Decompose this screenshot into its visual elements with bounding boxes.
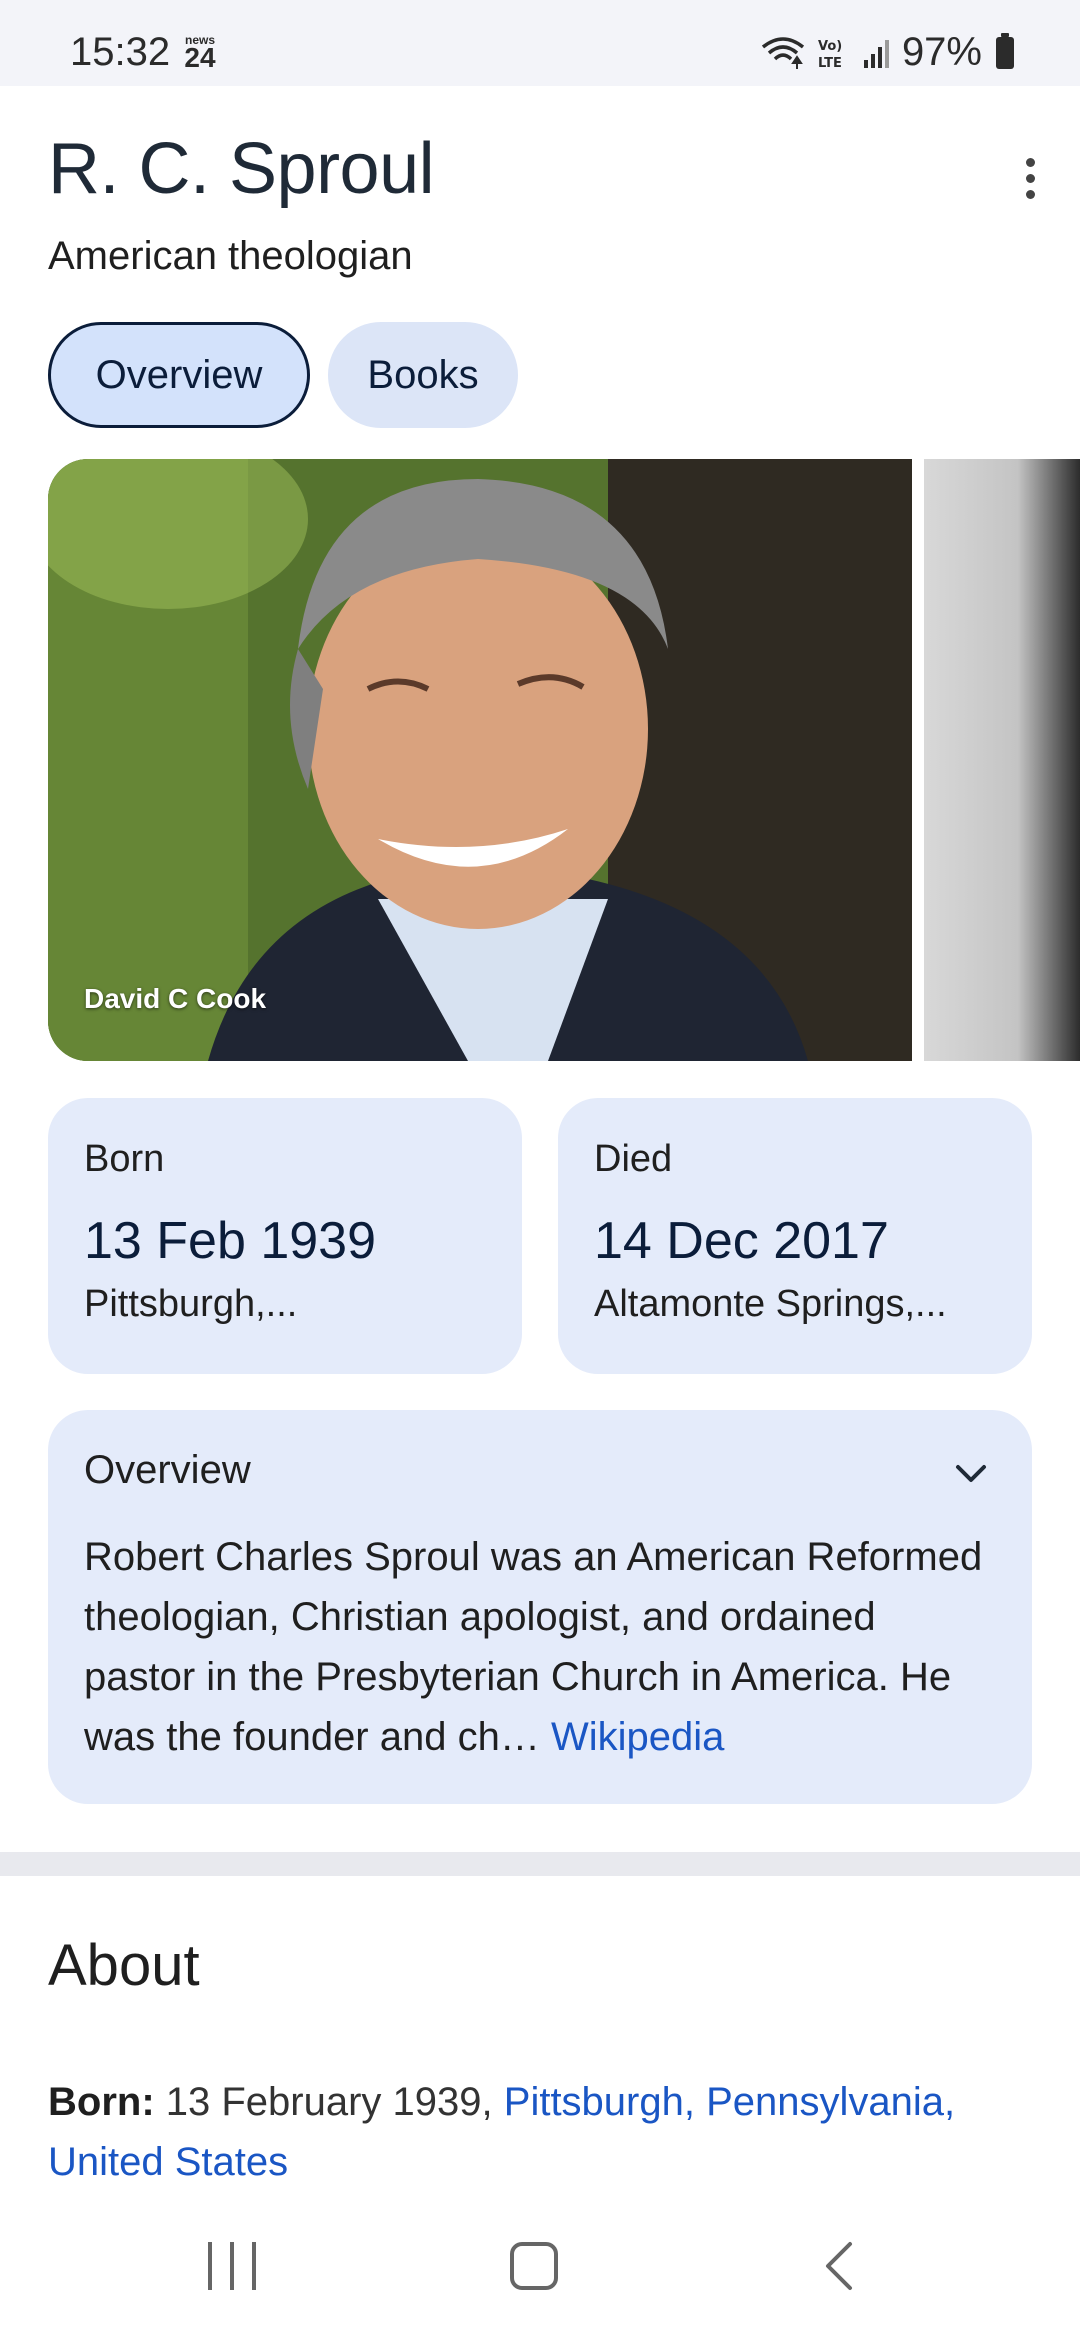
news-notification-icon: news 24 (180, 34, 220, 72)
died-place: Altamonte Springs,... (594, 1283, 947, 1325)
born-label: Born (84, 1138, 165, 1180)
born-place: Pittsburgh,... (84, 1283, 298, 1325)
wifi-icon (761, 36, 805, 69)
portrait-illustration (48, 459, 912, 1061)
status-time: 15:32 (70, 30, 171, 74)
back-icon[interactable] (820, 2240, 860, 2292)
secondary-photo[interactable] (924, 459, 1080, 1061)
born-card[interactable]: Born 13 Feb 1939 Pittsburgh,... (48, 1098, 522, 1374)
navigation-bar (0, 2200, 1080, 2340)
born-date: 13 Feb 1939 (84, 1212, 377, 1270)
section-divider (0, 1852, 1080, 1876)
svg-text:LTE: LTE (818, 56, 842, 71)
recents-icon[interactable] (208, 2242, 256, 2290)
battery-percentage: 97% (901, 30, 982, 74)
main-photo[interactable]: David C Cook (48, 459, 912, 1061)
overview-description: Robert Charles Sproul was an American Re… (84, 1535, 983, 1759)
died-date: 14 Dec 2017 (594, 1212, 889, 1270)
tab-overview[interactable]: Overview (48, 322, 310, 428)
about-heading: About (48, 1933, 200, 1998)
page-title: R. C. Sproul (48, 129, 435, 209)
about-born-label: Born: (48, 2080, 155, 2124)
signal-icon (863, 39, 889, 68)
battery-icon (996, 32, 1014, 69)
status-indicators: Vo) LTE 97% (760, 30, 1014, 75)
overview-title: Overview (84, 1448, 251, 1492)
more-options-icon[interactable] (1010, 148, 1050, 208)
died-card[interactable]: Died 14 Dec 2017 Altamonte Springs,... (558, 1098, 1032, 1374)
volte-icon: Vo) LTE (818, 39, 842, 71)
news-icon-number: 24 (184, 42, 216, 73)
page-subtitle: American theologian (48, 234, 413, 278)
status-bar: 15:32 news 24 Vo) LTE 97% (0, 0, 1080, 86)
overview-text: Robert Charles Sproul was an American Re… (84, 1527, 996, 1767)
svg-text:Vo): Vo) (818, 39, 842, 54)
chevron-down-icon[interactable] (952, 1454, 990, 1492)
tab-books[interactable]: Books (328, 322, 518, 428)
died-label: Died (594, 1138, 673, 1180)
about-born-row: Born: 13 February 1939, Pittsburgh, Penn… (48, 2072, 1028, 2192)
overview-card[interactable]: Overview Robert Charles Sproul was an Am… (48, 1410, 1032, 1804)
wikipedia-link[interactable]: Wikipedia (551, 1715, 724, 1759)
home-icon[interactable] (510, 2242, 558, 2290)
photo-credit: David C Cook (84, 983, 267, 1014)
about-born-date: 13 February 1939, (165, 2080, 493, 2124)
